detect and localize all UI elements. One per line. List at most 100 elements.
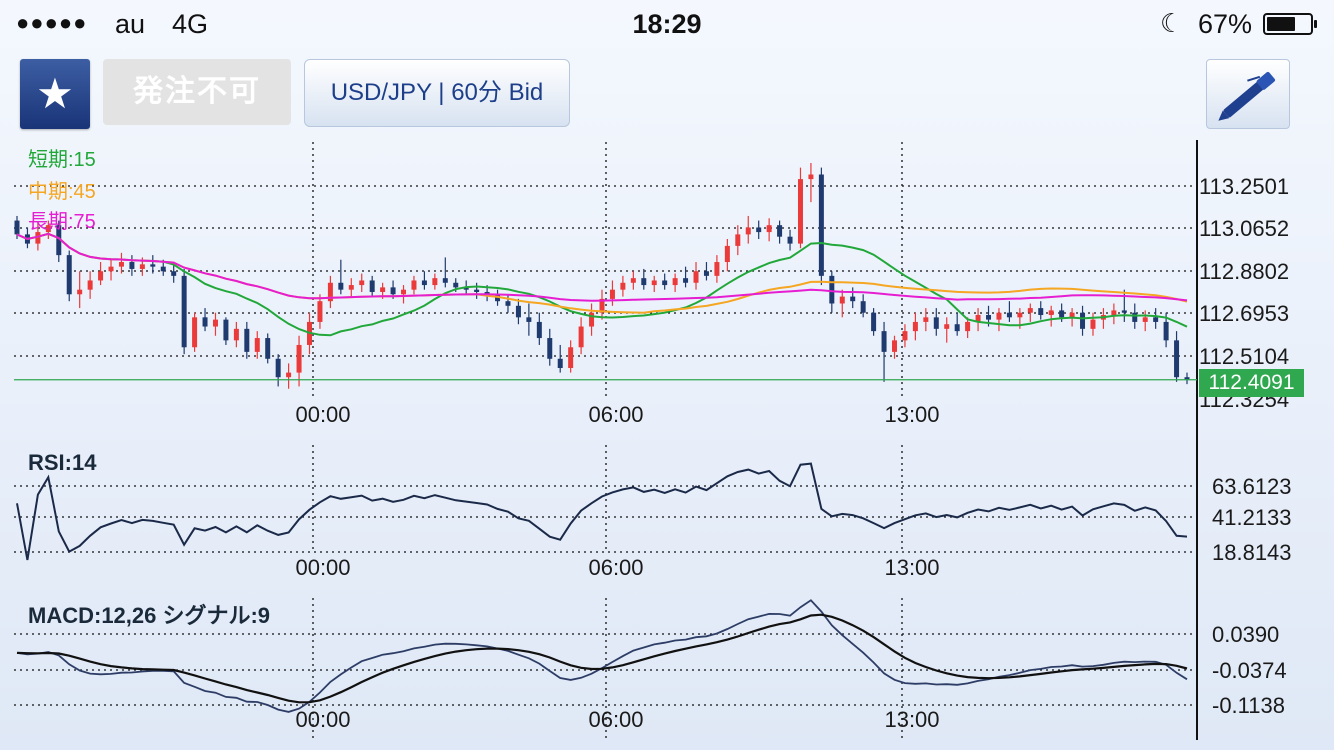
candle-body bbox=[818, 174, 824, 276]
candle-body bbox=[1090, 319, 1096, 329]
candle-body bbox=[390, 287, 396, 295]
rsi-grid bbox=[14, 445, 1197, 553]
candle-body bbox=[1132, 312, 1138, 322]
candle-body bbox=[902, 331, 908, 341]
candle-body bbox=[202, 317, 208, 327]
y-tick-label: -0.1138 bbox=[1212, 693, 1285, 718]
candle-body bbox=[98, 271, 104, 281]
legend-short-ma: 短期:15 bbox=[28, 148, 96, 171]
candle-body bbox=[14, 220, 20, 235]
rsi-title: RSI:14 bbox=[28, 450, 97, 475]
candle-body bbox=[724, 245, 730, 263]
candle-body bbox=[829, 275, 835, 304]
candle-body bbox=[912, 321, 918, 332]
candle-body bbox=[1142, 317, 1148, 322]
candle-body bbox=[108, 266, 114, 272]
candle-body bbox=[1006, 312, 1012, 318]
candle-body bbox=[160, 266, 166, 272]
candle-body bbox=[630, 278, 636, 283]
candle-body bbox=[871, 312, 877, 332]
candle-body bbox=[139, 264, 145, 269]
x-tick-label: 13:00 bbox=[884, 402, 939, 427]
y-tick-label: 18.8143 bbox=[1212, 540, 1292, 565]
legend-long-ma: 長期:75 bbox=[28, 211, 96, 233]
candle-body bbox=[954, 324, 960, 332]
x-tick-label: 00:00 bbox=[295, 402, 350, 427]
candle-body bbox=[609, 289, 615, 299]
candle-body bbox=[787, 236, 793, 244]
candle-body bbox=[348, 285, 354, 290]
candle-body bbox=[714, 262, 720, 276]
candle-body bbox=[1111, 310, 1117, 316]
candle-body bbox=[547, 338, 553, 359]
candle-body bbox=[369, 280, 375, 292]
candle-body bbox=[338, 282, 344, 290]
candle-body bbox=[223, 319, 229, 341]
candle-body bbox=[693, 271, 699, 283]
candle-body bbox=[568, 347, 574, 368]
candle-body bbox=[233, 328, 239, 341]
rsi-x-ticks: 00:00 06:00 13:00 bbox=[295, 555, 939, 580]
x-tick-label: 00:00 bbox=[295, 555, 350, 580]
candle-body bbox=[651, 280, 657, 286]
candle-body bbox=[965, 321, 971, 332]
candle-body bbox=[254, 338, 260, 352]
candle-body bbox=[1027, 308, 1033, 313]
candle-body bbox=[1174, 340, 1180, 378]
candle-body bbox=[118, 262, 124, 267]
candle-body bbox=[557, 358, 563, 368]
candle-body bbox=[474, 289, 480, 292]
candle-body bbox=[66, 255, 72, 295]
x-tick-label: 13:00 bbox=[884, 707, 939, 732]
y-tick-label: 113.0652 bbox=[1199, 216, 1289, 241]
candle-body bbox=[756, 227, 762, 233]
candle-body bbox=[526, 317, 532, 322]
candle-body bbox=[620, 282, 626, 290]
candle-body bbox=[1017, 312, 1023, 318]
y-tick-label: 63.6123 bbox=[1212, 474, 1292, 499]
candle-body bbox=[641, 278, 647, 286]
current-price-tag: 112.4091 bbox=[1199, 369, 1304, 397]
candle-body bbox=[181, 275, 187, 348]
candle-body bbox=[923, 317, 929, 322]
y-tick-label: 112.6953 bbox=[1199, 301, 1289, 326]
candle-body bbox=[1059, 310, 1065, 318]
macd-y-ticks: 0.0390 -0.0374 -0.1138 bbox=[1212, 622, 1287, 718]
rsi-y-ticks: 63.6123 41.2133 18.8143 bbox=[1212, 474, 1292, 565]
candle-body bbox=[986, 315, 992, 320]
candle-body bbox=[1080, 312, 1086, 329]
candle-body bbox=[411, 280, 417, 290]
x-tick-label: 00:00 bbox=[295, 707, 350, 732]
candle-body bbox=[505, 301, 511, 306]
y-tick-label: 113.2501 bbox=[1199, 174, 1289, 199]
rsi-chart[interactable]: RSI:14 63.6123 41.2133 18.8143 00:00 06:00 1… bbox=[14, 445, 1292, 580]
rsi-line bbox=[16, 462, 1188, 561]
candle-body bbox=[536, 321, 542, 339]
macd-chart[interactable]: MACD:12,26 シグナル:9 0.0390 -0.0374 -0.1138 0… bbox=[14, 598, 1287, 740]
macd-x-ticks: 00:00 06:00 13:00 bbox=[295, 707, 939, 732]
candle-body bbox=[77, 289, 83, 295]
candle-body bbox=[766, 225, 772, 233]
candle-body bbox=[662, 280, 668, 286]
x-tick-label: 06:00 bbox=[588, 402, 643, 427]
candle-body bbox=[683, 278, 689, 283]
candle-body bbox=[1038, 308, 1044, 316]
candle-body bbox=[1153, 317, 1159, 322]
candle-body bbox=[1163, 321, 1169, 341]
candle-body bbox=[735, 234, 741, 246]
candle-body bbox=[515, 305, 521, 318]
candle-body bbox=[401, 289, 407, 295]
y-tick-label: 41.2133 bbox=[1212, 505, 1292, 530]
candle-body bbox=[129, 262, 135, 269]
candle-body bbox=[1048, 310, 1054, 316]
candle-body bbox=[212, 319, 218, 327]
chart-area[interactable]: 113.2501 113.0652 112.8802 112.6953 112.5104… bbox=[0, 0, 1334, 750]
candle-body bbox=[703, 271, 709, 276]
candle-body bbox=[275, 358, 281, 378]
candle-body bbox=[380, 287, 386, 292]
x-tick-label: 13:00 bbox=[884, 555, 939, 580]
y-tick-label: 0.0390 bbox=[1212, 622, 1279, 647]
ma-legend: 短期:15 中期:45 長期:75 bbox=[28, 148, 96, 233]
price-chart[interactable]: 113.2501 113.0652 112.8802 112.6953 112.5104… bbox=[14, 142, 1289, 427]
candle-body bbox=[672, 278, 678, 286]
